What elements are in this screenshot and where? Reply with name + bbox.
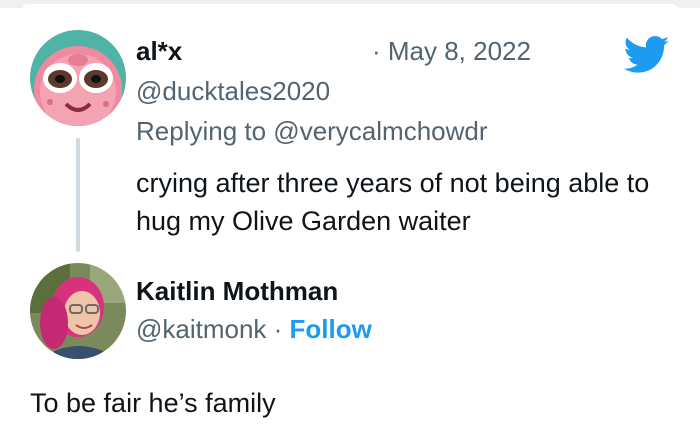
avatar-ducktales2020[interactable] — [30, 30, 126, 126]
author-name[interactable]: al*x — [136, 36, 182, 66]
separator-dot: · — [266, 314, 290, 344]
follow-button[interactable]: Follow — [290, 314, 372, 344]
tweet-date[interactable]: · May 8, 2022 — [372, 36, 531, 66]
avatar-kaitmonk[interactable] — [30, 263, 126, 359]
tweet-text: crying after three years of not being ab… — [136, 168, 650, 236]
tweet-card: al*x · May 8, 2022 @ducktales2020 Replyi… — [0, 0, 700, 442]
reply-handle-row: @kaitmonk · Follow — [136, 314, 372, 344]
reply-author-handle[interactable]: @kaitmonk — [136, 314, 266, 344]
twitter-bird-icon[interactable] — [623, 35, 670, 75]
author-handle[interactable]: @ducktales2020 — [136, 76, 330, 106]
card-top-edge — [0, 0, 700, 10]
reply-author-name[interactable]: Kaitlin Mothman — [136, 276, 338, 306]
replying-to[interactable]: Replying to @verycalmchowdr — [136, 116, 488, 146]
thread-connector-line — [76, 138, 80, 252]
reply-text: To be fair he’s family — [30, 388, 276, 418]
